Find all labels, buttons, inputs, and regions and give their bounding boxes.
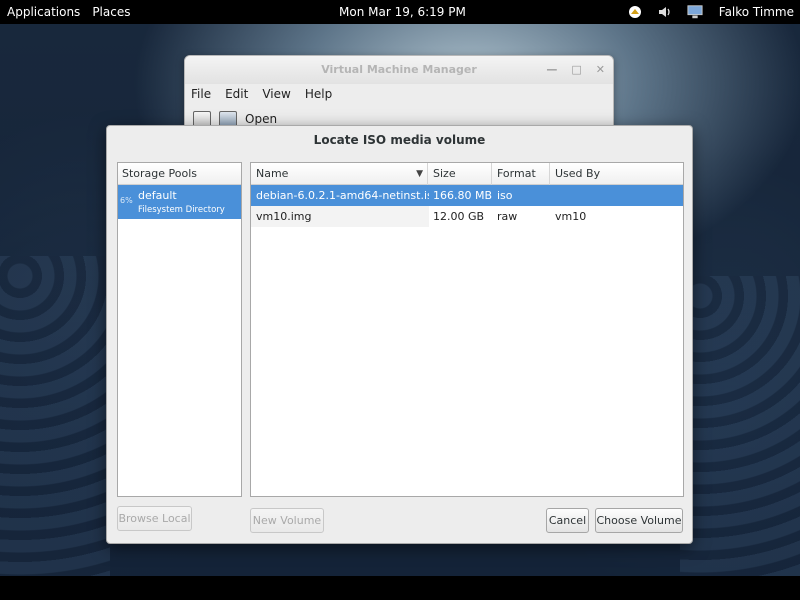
table-row[interactable]: debian-6.0.2.1-amd64-netinst.iso 166.80 … [251,185,683,206]
vmm-titlebar[interactable]: Virtual Machine Manager — □ ✕ [185,56,613,84]
browse-local-button[interactable]: Browse Local [117,506,192,531]
pool-usage-percent: 6% [120,196,133,205]
new-volume-button[interactable]: New Volume [250,508,324,533]
storage-pools-list[interactable]: Storage Pools 6% default Filesystem Dire… [117,162,242,497]
menu-view[interactable]: View [262,87,290,101]
sort-descending-icon: ▼ [416,169,423,179]
volume-size: 166.80 MB [433,189,492,202]
dialog-title: Locate ISO media volume [313,133,486,147]
volume-format: iso [497,189,513,202]
volumes-table[interactable]: Name ▼ Size Format Used By debian-6.0.2.… [250,162,684,497]
open-button-label[interactable]: Open [245,112,277,126]
volume-name: vm10.img [251,206,429,227]
close-icon[interactable]: ✕ [596,56,605,84]
applications-menu[interactable]: Applications [0,0,86,24]
column-header-name[interactable]: Name ▼ [251,163,428,185]
top-panel: Applications Places Mon Mar 19, 6:19 PM … [0,0,800,24]
accessibility-icon[interactable] [627,4,643,20]
choose-volume-button[interactable]: Choose Volume [595,508,683,533]
pool-row-default[interactable]: 6% default Filesystem Directory [118,185,241,219]
user-menu[interactable]: Falko Timme [719,5,794,19]
menu-edit[interactable]: Edit [225,87,248,101]
column-header-size[interactable]: Size [428,163,492,185]
table-row[interactable]: vm10.img 12.00 GB raw vm10 [251,206,683,227]
wallpaper-rocks-left [0,256,110,576]
pool-name: default [138,189,177,202]
menu-file[interactable]: File [191,87,211,101]
minimize-icon[interactable]: — [546,56,557,84]
vmm-menubar: File Edit View Help [185,84,613,104]
maximize-icon[interactable]: □ [571,56,581,84]
volume-format: raw [497,210,518,223]
column-header-format[interactable]: Format [492,163,550,185]
cancel-button[interactable]: Cancel [546,508,589,533]
column-header-name-label: Name [256,167,289,180]
wallpaper-rocks-right [680,276,800,576]
volume-size: 12.00 GB [433,210,485,223]
volume-used-by: vm10 [555,210,587,223]
network-icon[interactable] [687,4,703,20]
vmm-window-title: Virtual Machine Manager [321,63,477,76]
menu-help[interactable]: Help [305,87,332,101]
volumes-table-header: Name ▼ Size Format Used By [251,163,683,185]
system-tray: Falko Timme [627,0,794,24]
volume-name: debian-6.0.2.1-amd64-netinst.iso [256,189,429,202]
clock[interactable]: Mon Mar 19, 6:19 PM [339,0,466,24]
column-header-used-by[interactable]: Used By [550,163,685,185]
volume-icon[interactable] [657,4,673,20]
pool-type: Filesystem Directory [138,205,225,215]
locate-iso-dialog: Locate ISO media volume Storage Pools 6%… [106,125,693,544]
places-menu[interactable]: Places [86,0,136,24]
storage-pools-header[interactable]: Storage Pools [118,163,241,185]
bottom-panel [0,576,800,600]
